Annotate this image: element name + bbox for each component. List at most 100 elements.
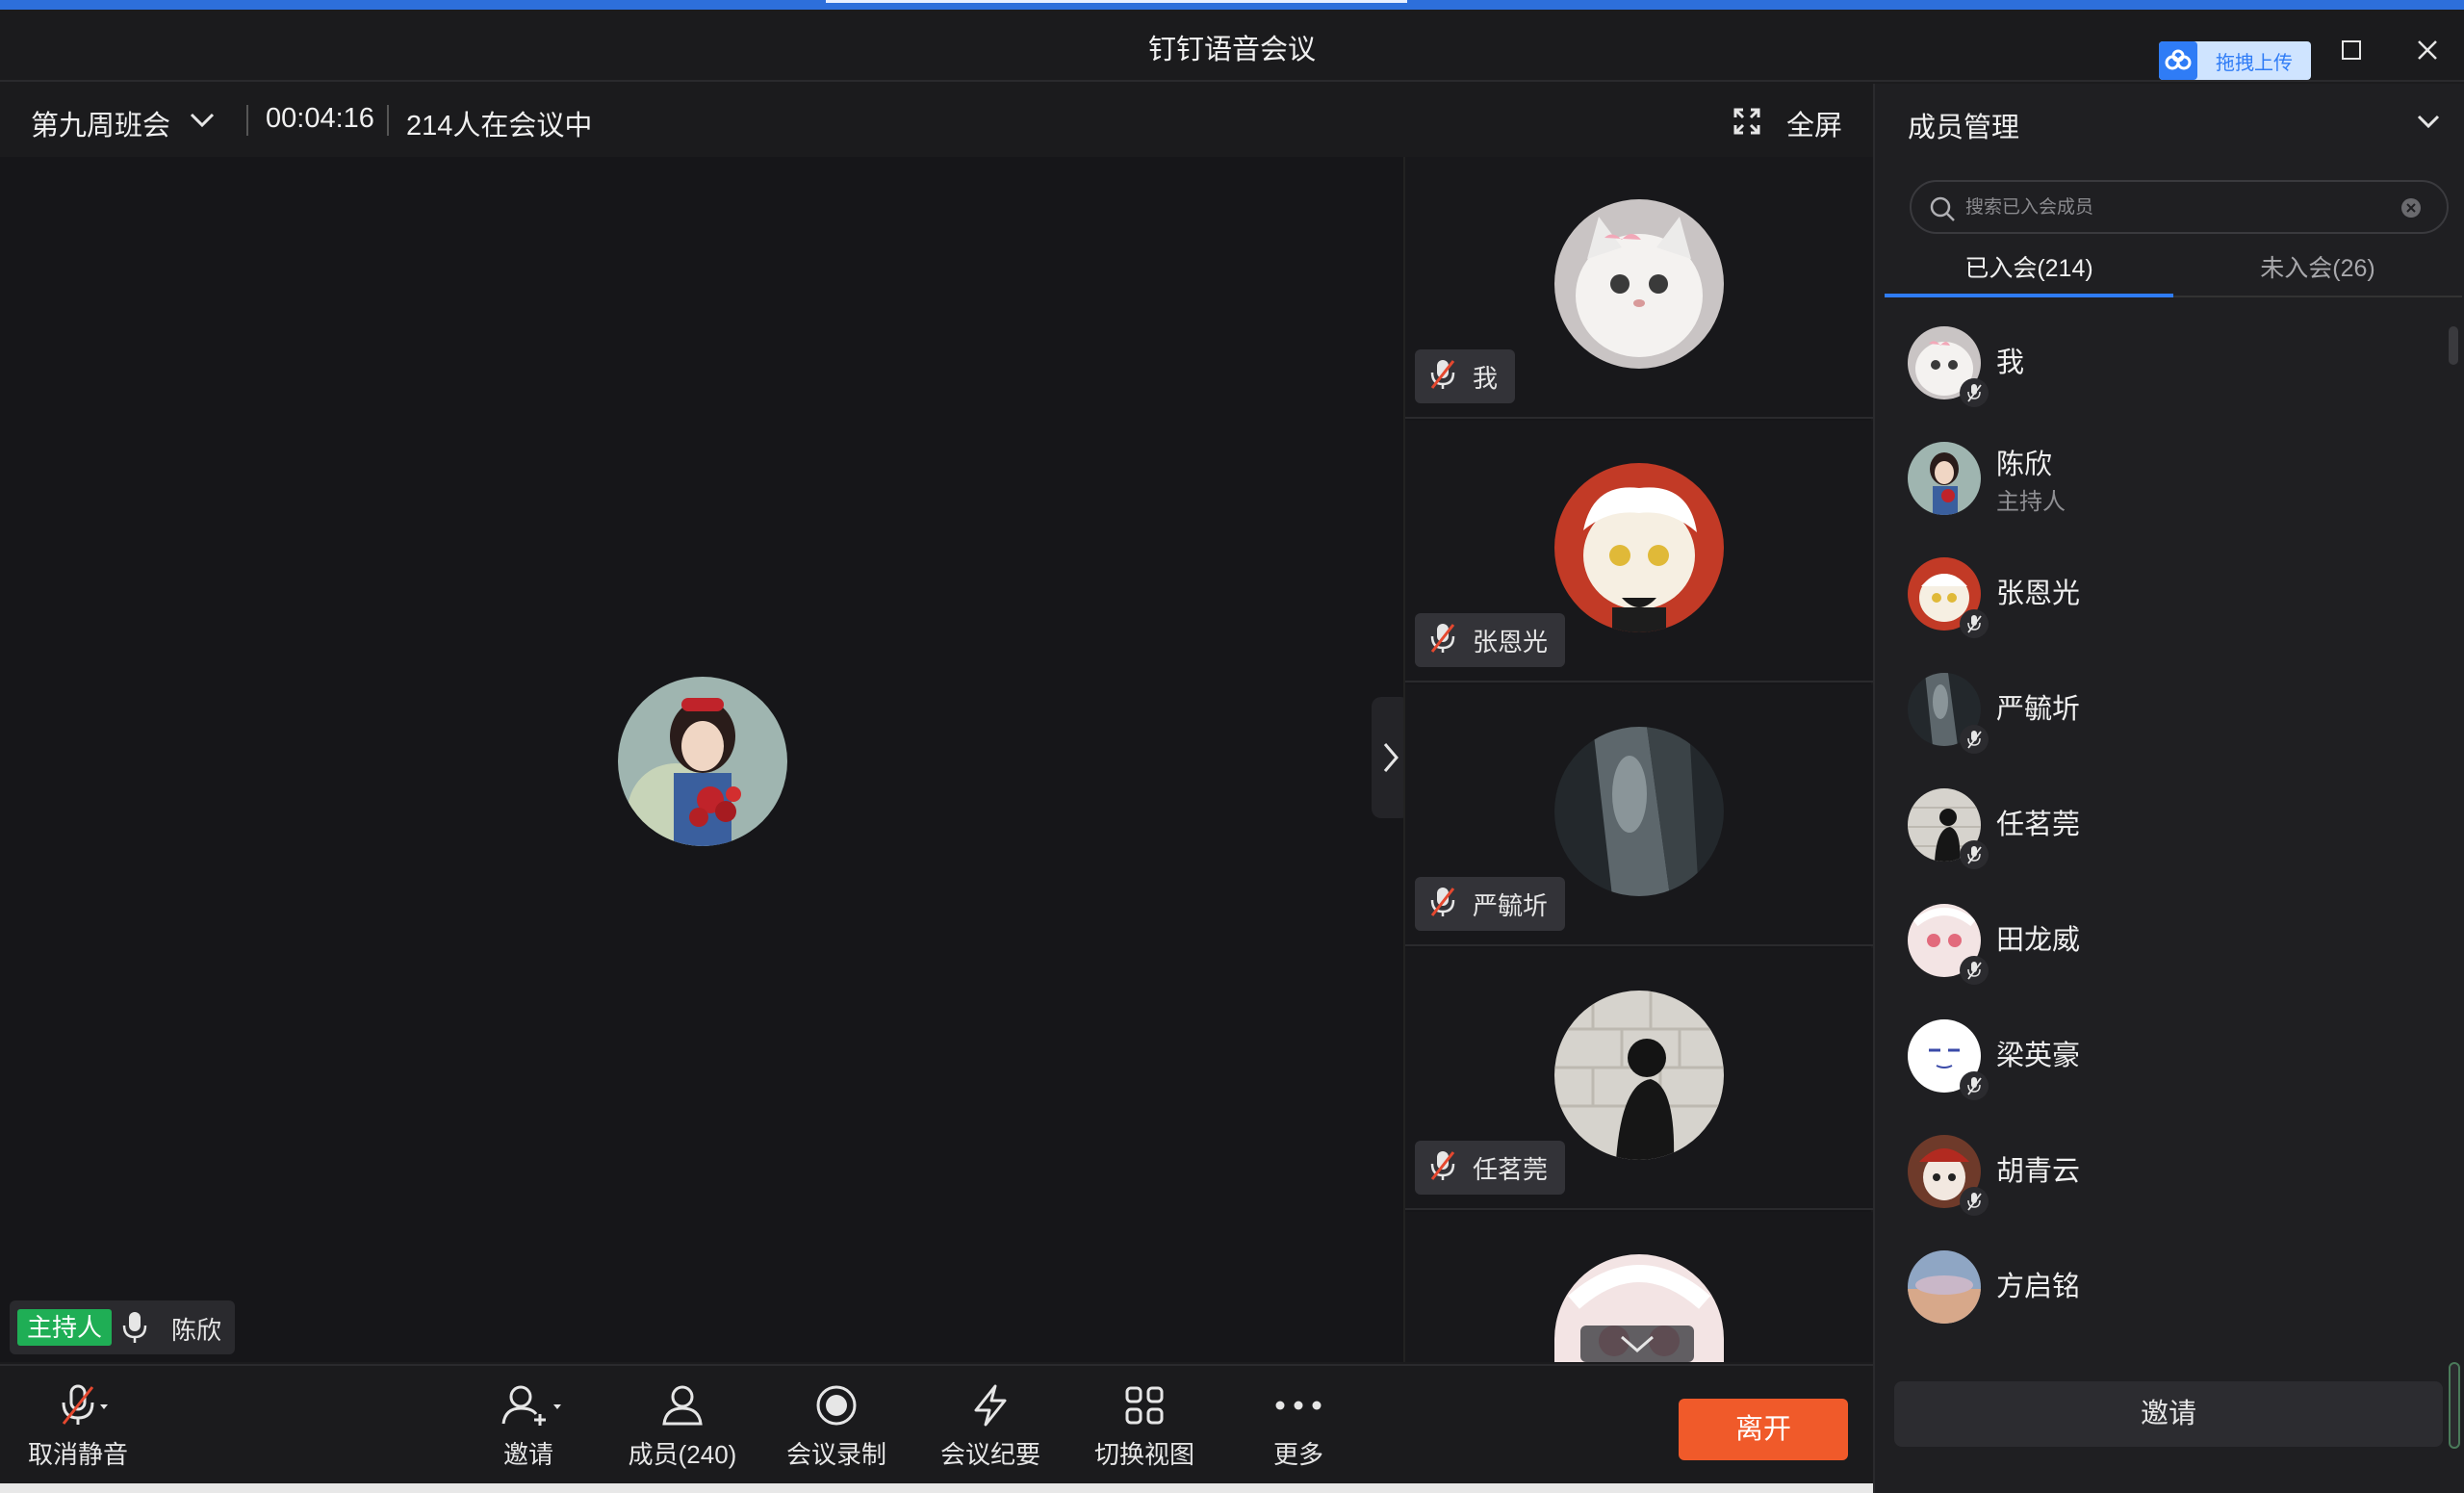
participant-name: 严毓圻 (1473, 890, 1549, 920)
participant-avatar (1554, 463, 1724, 632)
list-item[interactable]: 胡青云 (1875, 1112, 2452, 1227)
speaker-name: 陈欣 (171, 1316, 222, 1345)
participant-name-tag: 我 (1415, 349, 1516, 403)
muted-mic-icon (1960, 956, 1989, 985)
panel-title: 成员管理 (1908, 113, 2020, 143)
participant-tile[interactable]: 严毓圻 (1405, 684, 1873, 946)
participant-name: 张恩光 (1473, 627, 1549, 656)
member-name: 任茗莞 (1996, 810, 2081, 840)
chevron-down-icon[interactable] (2416, 111, 2441, 137)
members-label: 成员(240) (628, 1440, 737, 1469)
title-bar: 钉钉语音会议 拖拽上传 (0, 10, 2464, 82)
close-icon[interactable] (2408, 31, 2447, 69)
list-item[interactable]: 我 (1875, 303, 2452, 419)
fullscreen-button[interactable]: 全屏 (1786, 103, 1842, 143)
unmute-button[interactable]: 取消静音 (15, 1381, 141, 1471)
meeting-name[interactable]: 第九周班会 (31, 103, 170, 143)
participant-avatar (1554, 991, 1724, 1160)
member-search-box[interactable] (1910, 180, 2449, 234)
participant-tile[interactable]: 任茗莞 (1405, 948, 1873, 1210)
fullscreen-icon[interactable] (1732, 107, 1761, 141)
scrollbar-thumb[interactable] (2449, 1362, 2460, 1449)
member-list: 我 陈欣 主持人 张恩光 严毓圻 任茗莞 田龙威 梁英豪 胡青云 方启铭 (1875, 303, 2464, 1418)
member-search-input[interactable] (1965, 193, 2389, 222)
participant-name: 任茗莞 (1473, 1154, 1549, 1184)
participant-avatar (1554, 727, 1724, 896)
cloud-logo-icon (2159, 41, 2197, 80)
active-speaker-avatar (618, 677, 787, 846)
scroll-tiles-down-button[interactable] (1580, 1326, 1694, 1362)
member-name: 严毓圻 (1996, 694, 2081, 725)
muted-mic-icon (1960, 1071, 1989, 1100)
host-badge: 主持人 (17, 1309, 113, 1346)
speaker-name-tag: 主持人 陈欣 (10, 1300, 235, 1354)
member-name: 方启铭 (1996, 1272, 2081, 1302)
divider (246, 105, 248, 136)
record-label: 会议录制 (785, 1440, 886, 1469)
members-button[interactable]: 成员(240) (620, 1381, 745, 1471)
switch-view-label: 切换视图 (1093, 1440, 1194, 1469)
muted-mic-icon (1960, 1187, 1989, 1216)
meeting-timer: 00:04:16 (266, 103, 374, 134)
invite-label: 邀请 (502, 1440, 553, 1469)
tab-joined[interactable]: 已入会(214) (1885, 247, 2173, 297)
chevron-right-icon (1383, 743, 1399, 772)
member-name: 胡青云 (1996, 1156, 2081, 1187)
list-item[interactable]: 田龙威 (1875, 881, 2452, 996)
member-name: 张恩光 (1996, 579, 2081, 609)
participant-avatar (1554, 199, 1724, 369)
window-title: 钉钉语音会议 (1147, 35, 1316, 65)
avatar (1908, 442, 1981, 515)
participant-tile[interactable]: 我 (1405, 157, 1873, 419)
drag-upload-label: 拖拽上传 (2216, 52, 2293, 74)
muted-mic-icon (1428, 358, 1457, 396)
switch-view-button[interactable]: 切换视图 (1082, 1381, 1207, 1471)
list-item[interactable]: 任茗莞 (1875, 765, 2452, 881)
invite-button[interactable]: 邀请 (466, 1381, 591, 1471)
member-name: 梁英豪 (1996, 1041, 2081, 1071)
panel-invite-button[interactable]: 邀请 (1894, 1381, 2443, 1447)
lightning-icon (928, 1381, 1053, 1429)
member-list-scrollbar[interactable] (2449, 326, 2458, 365)
muted-mic-icon (1960, 725, 1989, 754)
tab-not-joined[interactable]: 未入会(26) (2173, 247, 2462, 297)
grid-view-icon (1082, 1381, 1207, 1429)
participant-name-tag: 任茗莞 (1415, 1141, 1566, 1195)
minutes-button[interactable]: 会议纪要 (928, 1381, 1053, 1471)
participant-name: 我 (1473, 363, 1499, 393)
more-dots-icon (1236, 1381, 1361, 1429)
member-name: 陈欣 (1996, 450, 2053, 480)
maximize-icon[interactable] (2332, 31, 2371, 69)
record-button[interactable]: 会议录制 (774, 1381, 899, 1471)
main-video-stage: 主持人 陈欣 (0, 157, 1403, 1362)
chevron-down-icon (1621, 1335, 1654, 1352)
unmute-label: 取消静音 (27, 1440, 128, 1469)
participant-name-tag: 严毓圻 (1415, 877, 1566, 931)
muted-mic-icon (1960, 378, 1989, 407)
list-item[interactable]: 梁英豪 (1875, 996, 2452, 1112)
muted-mic-icon (1960, 840, 1989, 869)
muted-mic-icon (1428, 886, 1457, 923)
list-item[interactable]: 张恩光 (1875, 534, 2452, 650)
search-icon (1929, 195, 1956, 227)
participant-tile[interactable]: 张恩光 (1405, 421, 1873, 682)
microphone-icon (121, 1310, 148, 1350)
muted-mic-icon (1428, 1149, 1457, 1187)
more-button[interactable]: 更多 (1236, 1381, 1361, 1471)
list-item[interactable]: 陈欣 主持人 (1875, 419, 2452, 534)
drag-upload-button[interactable]: 拖拽上传 (2159, 41, 2311, 80)
list-item[interactable]: 严毓圻 (1875, 650, 2452, 765)
leave-button[interactable]: 离开 (1679, 1399, 1848, 1460)
add-user-icon (466, 1381, 591, 1429)
list-item[interactable]: 方启铭 (1875, 1227, 2452, 1343)
avatar (1908, 1250, 1981, 1324)
taskbar-edge (0, 1483, 1873, 1493)
chevron-down-icon[interactable] (189, 109, 216, 137)
meeting-header: 第九周班会 00:04:16 214人在会议中 全屏 (0, 84, 1873, 157)
participant-tile-strip: 我 张恩光 严毓圻 任茗莞 (1403, 157, 1873, 1362)
members-icon (620, 1381, 745, 1429)
clear-search-icon[interactable] (2400, 197, 2422, 223)
participant-name-tag: 张恩光 (1415, 613, 1566, 667)
record-icon (774, 1381, 899, 1429)
member-role: 主持人 (1996, 489, 2066, 515)
